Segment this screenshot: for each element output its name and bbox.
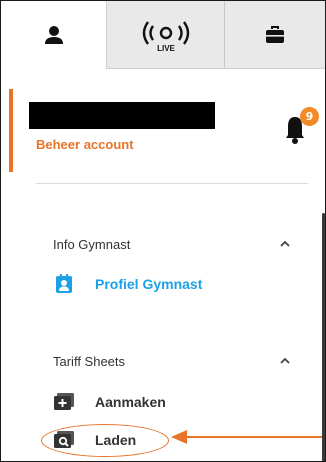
tab-live[interactable]: LIVE — [107, 1, 225, 69]
menu-item-label: Profiel Gymnast — [95, 276, 203, 292]
user-icon — [44, 26, 63, 44]
live-label: LIVE — [157, 44, 175, 52]
scrollbar[interactable] — [322, 213, 325, 461]
briefcase-icon — [266, 26, 284, 43]
chevron-up-icon[interactable] — [279, 238, 291, 250]
chevron-up-icon[interactable] — [279, 355, 291, 367]
menu-item-label: Aanmaken — [95, 394, 166, 410]
live-broadcast-icon: LIVE — [142, 21, 189, 52]
menu-item-aanmaken[interactable]: Aanmaken — [53, 392, 166, 412]
redacted-account-name — [29, 102, 215, 129]
tab-profile[interactable] — [1, 1, 107, 69]
menu-item-profiel-gymnast[interactable]: Profiel Gymnast — [53, 274, 202, 294]
tab-bar: LIVE — [1, 1, 325, 69]
tab-bar-border — [107, 68, 325, 69]
manage-account-link[interactable]: Beheer account — [36, 137, 134, 152]
divider — [36, 183, 308, 184]
section-title-info-gymnast: Info Gymnast — [53, 237, 131, 252]
tab-briefcase[interactable] — [225, 1, 325, 69]
profile-card-icon — [53, 274, 75, 294]
section-title-tariff-sheets: Tariff Sheets — [53, 354, 126, 369]
annotation-arrow — [171, 430, 325, 444]
app-frame: LIVE Beheer account 9 Info Gymnast Profi… — [0, 0, 326, 462]
notification-badge: 9 — [300, 107, 319, 126]
active-accent-bar — [9, 89, 13, 172]
add-sheet-icon — [53, 392, 75, 412]
highlight-ellipse — [41, 424, 169, 457]
